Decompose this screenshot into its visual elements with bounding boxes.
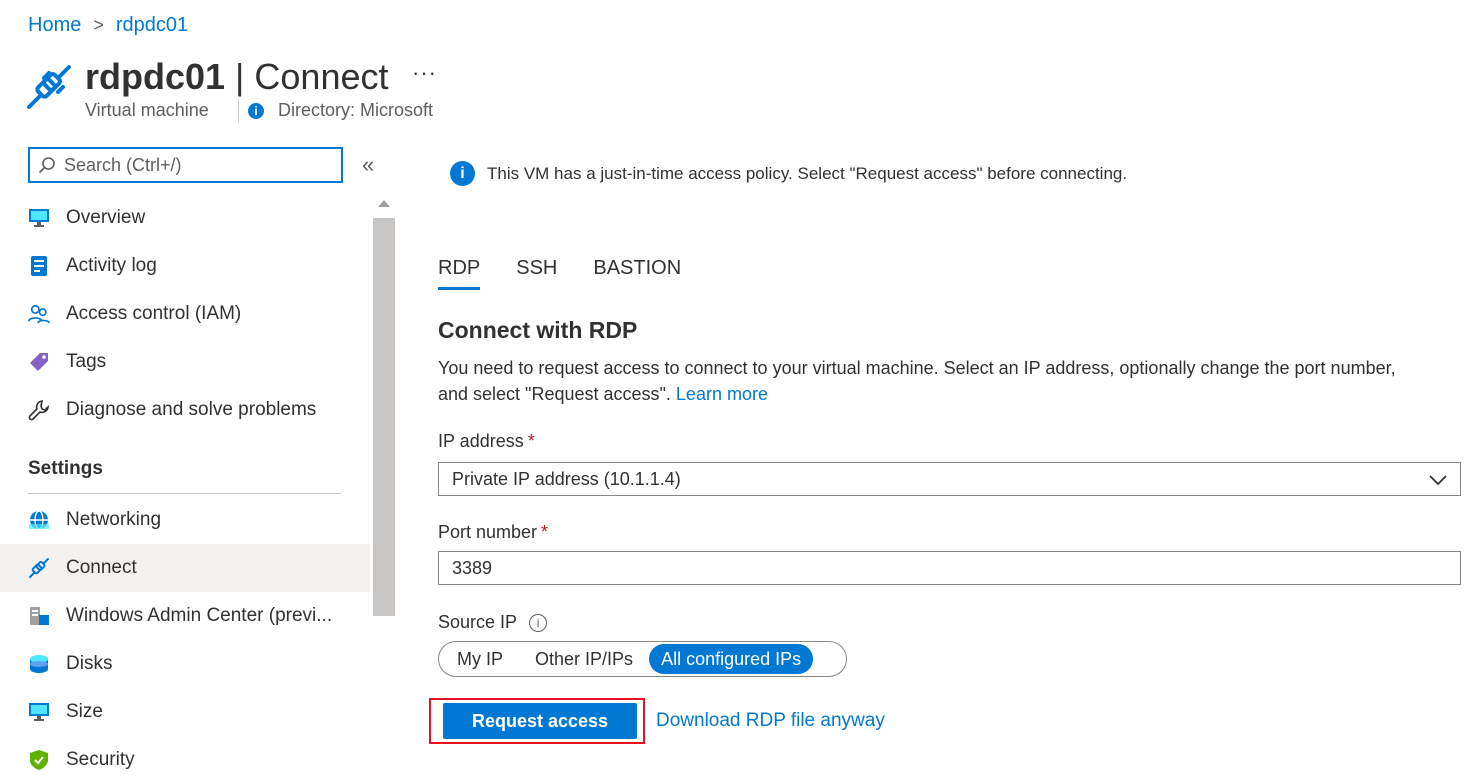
sidebar-item-disks[interactable]: Disks [0, 640, 370, 688]
tab-rdp[interactable]: RDP [438, 257, 481, 290]
chevron-down-icon [1429, 475, 1447, 486]
port-number-label-text: Port number [438, 522, 538, 542]
sidebar-scrollbar[interactable] [373, 196, 395, 616]
jit-info-banner: i This VM has a just-in-time access poli… [450, 161, 1127, 186]
page-name: Connect [254, 56, 389, 97]
search-input[interactable]: Search (Ctrl+/) [28, 147, 343, 183]
ip-address-label: IP address * [438, 431, 535, 452]
sidebar-item-label: Overview [66, 207, 146, 228]
connection-tabs: RDP SSH BASTION [438, 257, 717, 290]
source-ip-selector: My IP Other IP/IPs All configured IPs [438, 641, 847, 677]
port-number-label: Port number * [438, 522, 548, 543]
more-options-button[interactable]: ··· [412, 60, 437, 86]
sidebar-item-tags[interactable]: Tags [0, 338, 370, 386]
tab-bastion[interactable]: BASTION [593, 257, 681, 290]
sidebar-item-label: Connect [66, 557, 137, 578]
search-icon [38, 157, 55, 174]
collapse-sidebar-button[interactable]: « [362, 152, 374, 178]
search-placeholder: Search (Ctrl+/) [64, 154, 182, 175]
resource-type: Virtual machine [85, 100, 209, 120]
breadcrumb-vm-link[interactable]: rdpdc01 [116, 14, 188, 37]
sidebar-item-label: Activity log [66, 255, 157, 276]
subtitle-divider [238, 100, 239, 122]
sidebar-item-connect[interactable]: Connect [0, 544, 370, 592]
description-text: You need to request access to connect to… [438, 358, 1396, 404]
server-icon [28, 605, 50, 627]
disk-icon [28, 653, 50, 675]
scroll-thumb[interactable] [373, 218, 395, 616]
learn-more-link[interactable]: Learn more [676, 384, 768, 404]
title-separator: | [225, 56, 255, 97]
ip-address-dropdown[interactable]: Private IP address (10.1.1.4) [438, 462, 1461, 496]
sidebar-item-size[interactable]: Size [0, 688, 370, 736]
log-icon [28, 255, 50, 277]
required-marker: * [541, 522, 549, 542]
settings-heading: Settings [28, 458, 103, 479]
plug-icon [27, 65, 71, 109]
globe-icon [28, 509, 50, 531]
required-marker: * [527, 431, 535, 451]
people-icon [28, 303, 50, 325]
breadcrumb: Home > rdpdc01 [28, 14, 188, 37]
ip-address-value: Private IP address (10.1.1.4) [452, 468, 681, 489]
sidebar-item-label: Security [66, 749, 135, 770]
source-option-other-ips[interactable]: Other IP/IPs [519, 644, 649, 674]
sidebar-item-label: Diagnose and solve problems [66, 399, 317, 420]
sidebar-item-overview[interactable]: Overview [0, 194, 370, 242]
sidebar-item-security[interactable]: Security [0, 736, 370, 781]
ip-address-label-text: IP address [438, 431, 524, 451]
settings-divider [28, 493, 341, 494]
sidebar-item-diagnose[interactable]: Diagnose and solve problems [0, 386, 370, 434]
sidebar-item-activity-log[interactable]: Activity log [0, 242, 370, 290]
sidebar-item-windows-admin-center[interactable]: Windows Admin Center (previ... [0, 592, 370, 640]
monitor-icon [28, 207, 50, 229]
request-access-button[interactable]: Request access [443, 703, 637, 739]
breadcrumb-home-link[interactable]: Home [28, 14, 81, 37]
sidebar-item-label: Tags [66, 351, 107, 372]
breadcrumb-separator: > [93, 15, 104, 35]
sidebar-item-label: Windows Admin Center (previ... [66, 605, 333, 626]
sidebar-item-label: Access control (IAM) [66, 303, 242, 324]
info-icon: i [450, 161, 475, 186]
port-number-value: 3389 [452, 557, 493, 578]
vm-name: rdpdc01 [85, 56, 226, 97]
tag-icon [28, 351, 50, 373]
page-title: rdpdc01 | Connect [85, 56, 389, 98]
source-ip-label-text: Source IP [438, 612, 518, 632]
wrench-icon [28, 399, 50, 421]
shield-icon [28, 749, 50, 771]
banner-text: This VM has a just-in-time access policy… [487, 163, 1128, 183]
sidebar-item-label: Size [66, 701, 103, 722]
port-number-input[interactable]: 3389 [438, 551, 1461, 585]
directory-label: Directory: Microsoft [278, 100, 434, 120]
source-option-my-ip[interactable]: My IP [441, 644, 519, 674]
scroll-up-arrow-icon[interactable] [378, 200, 390, 207]
monitor-icon [28, 701, 50, 723]
info-icon[interactable]: i [529, 614, 548, 633]
sidebar-item-networking[interactable]: Networking [0, 496, 370, 544]
source-ip-label: Source IP i [438, 612, 548, 633]
description: You need to request access to connect to… [438, 355, 1428, 407]
plug-icon [28, 557, 50, 579]
sidebar-item-access-control[interactable]: Access control (IAM) [0, 290, 370, 338]
info-icon: i [248, 102, 264, 119]
directory-info: i Directory: Microsoft [248, 100, 433, 121]
download-rdp-link[interactable]: Download RDP file anyway [656, 710, 885, 732]
sidebar-item-label: Networking [66, 509, 162, 530]
source-option-all-configured[interactable]: All configured IPs [649, 644, 814, 674]
section-title: Connect with RDP [438, 317, 638, 343]
tab-ssh[interactable]: SSH [516, 257, 557, 290]
sidebar-item-label: Disks [66, 653, 113, 674]
